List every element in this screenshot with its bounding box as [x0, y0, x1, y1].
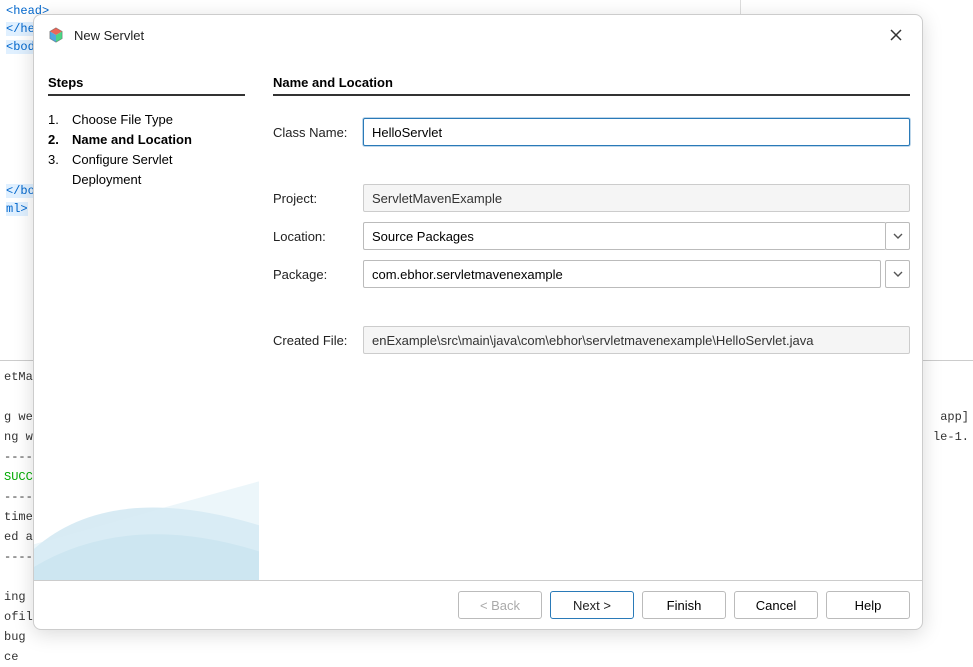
chevron-down-icon [893, 271, 903, 277]
step-number: 2. [48, 130, 72, 150]
created-file-label: Created File: [273, 333, 363, 348]
project-input [363, 184, 910, 212]
location-label: Location: [273, 229, 363, 244]
next-button[interactable]: Next > [550, 591, 634, 619]
package-label: Package: [273, 267, 363, 282]
package-input[interactable] [363, 260, 881, 288]
package-combo[interactable] [363, 260, 910, 288]
project-label: Project: [273, 191, 363, 206]
step-label: Name and Location [72, 130, 245, 150]
steps-heading: Steps [48, 75, 245, 96]
cancel-button[interactable]: Cancel [734, 591, 818, 619]
finish-button[interactable]: Finish [642, 591, 726, 619]
created-file-input [363, 326, 910, 354]
close-button[interactable] [884, 23, 908, 47]
package-row: Package: [273, 260, 910, 288]
dialog-titlebar: New Servlet [34, 15, 922, 55]
steps-list: 1.Choose File Type2.Name and Location3.C… [48, 110, 245, 190]
step-label: Configure Servlet Deployment [72, 150, 245, 190]
back-button: < Back [458, 591, 542, 619]
step-item: 1.Choose File Type [48, 110, 245, 130]
class-name-input[interactable] [363, 118, 910, 146]
steps-panel: Steps 1.Choose File Type2.Name and Locat… [34, 55, 259, 580]
dialog-body: Steps 1.Choose File Type2.Name and Locat… [34, 55, 922, 580]
created-file-row: Created File: [273, 326, 910, 354]
main-panel: Name and Location Class Name: Project: L… [259, 55, 922, 580]
help-button[interactable]: Help [826, 591, 910, 619]
step-label: Choose File Type [72, 110, 245, 130]
location-dropdown-button[interactable] [885, 222, 910, 250]
new-servlet-dialog: New Servlet Steps 1.Choose File Type2.Na… [33, 14, 923, 630]
chevron-down-icon [893, 233, 903, 239]
step-number: 3. [48, 150, 72, 190]
location-input[interactable] [363, 222, 886, 250]
step-item: 2.Name and Location [48, 130, 245, 150]
class-name-row: Class Name: [273, 118, 910, 146]
location-row: Location: [273, 222, 910, 250]
dialog-title: New Servlet [74, 28, 884, 43]
app-logo-icon [48, 27, 64, 43]
class-name-label: Class Name: [273, 125, 363, 140]
close-icon [890, 29, 902, 41]
main-heading: Name and Location [273, 75, 910, 96]
step-number: 1. [48, 110, 72, 130]
button-bar: < Back Next > Finish Cancel Help [34, 580, 922, 629]
project-row: Project: [273, 184, 910, 212]
step-item: 3.Configure Servlet Deployment [48, 150, 245, 190]
location-combo[interactable] [363, 222, 910, 250]
wizard-decoration [34, 450, 259, 580]
package-dropdown-button[interactable] [885, 260, 910, 288]
